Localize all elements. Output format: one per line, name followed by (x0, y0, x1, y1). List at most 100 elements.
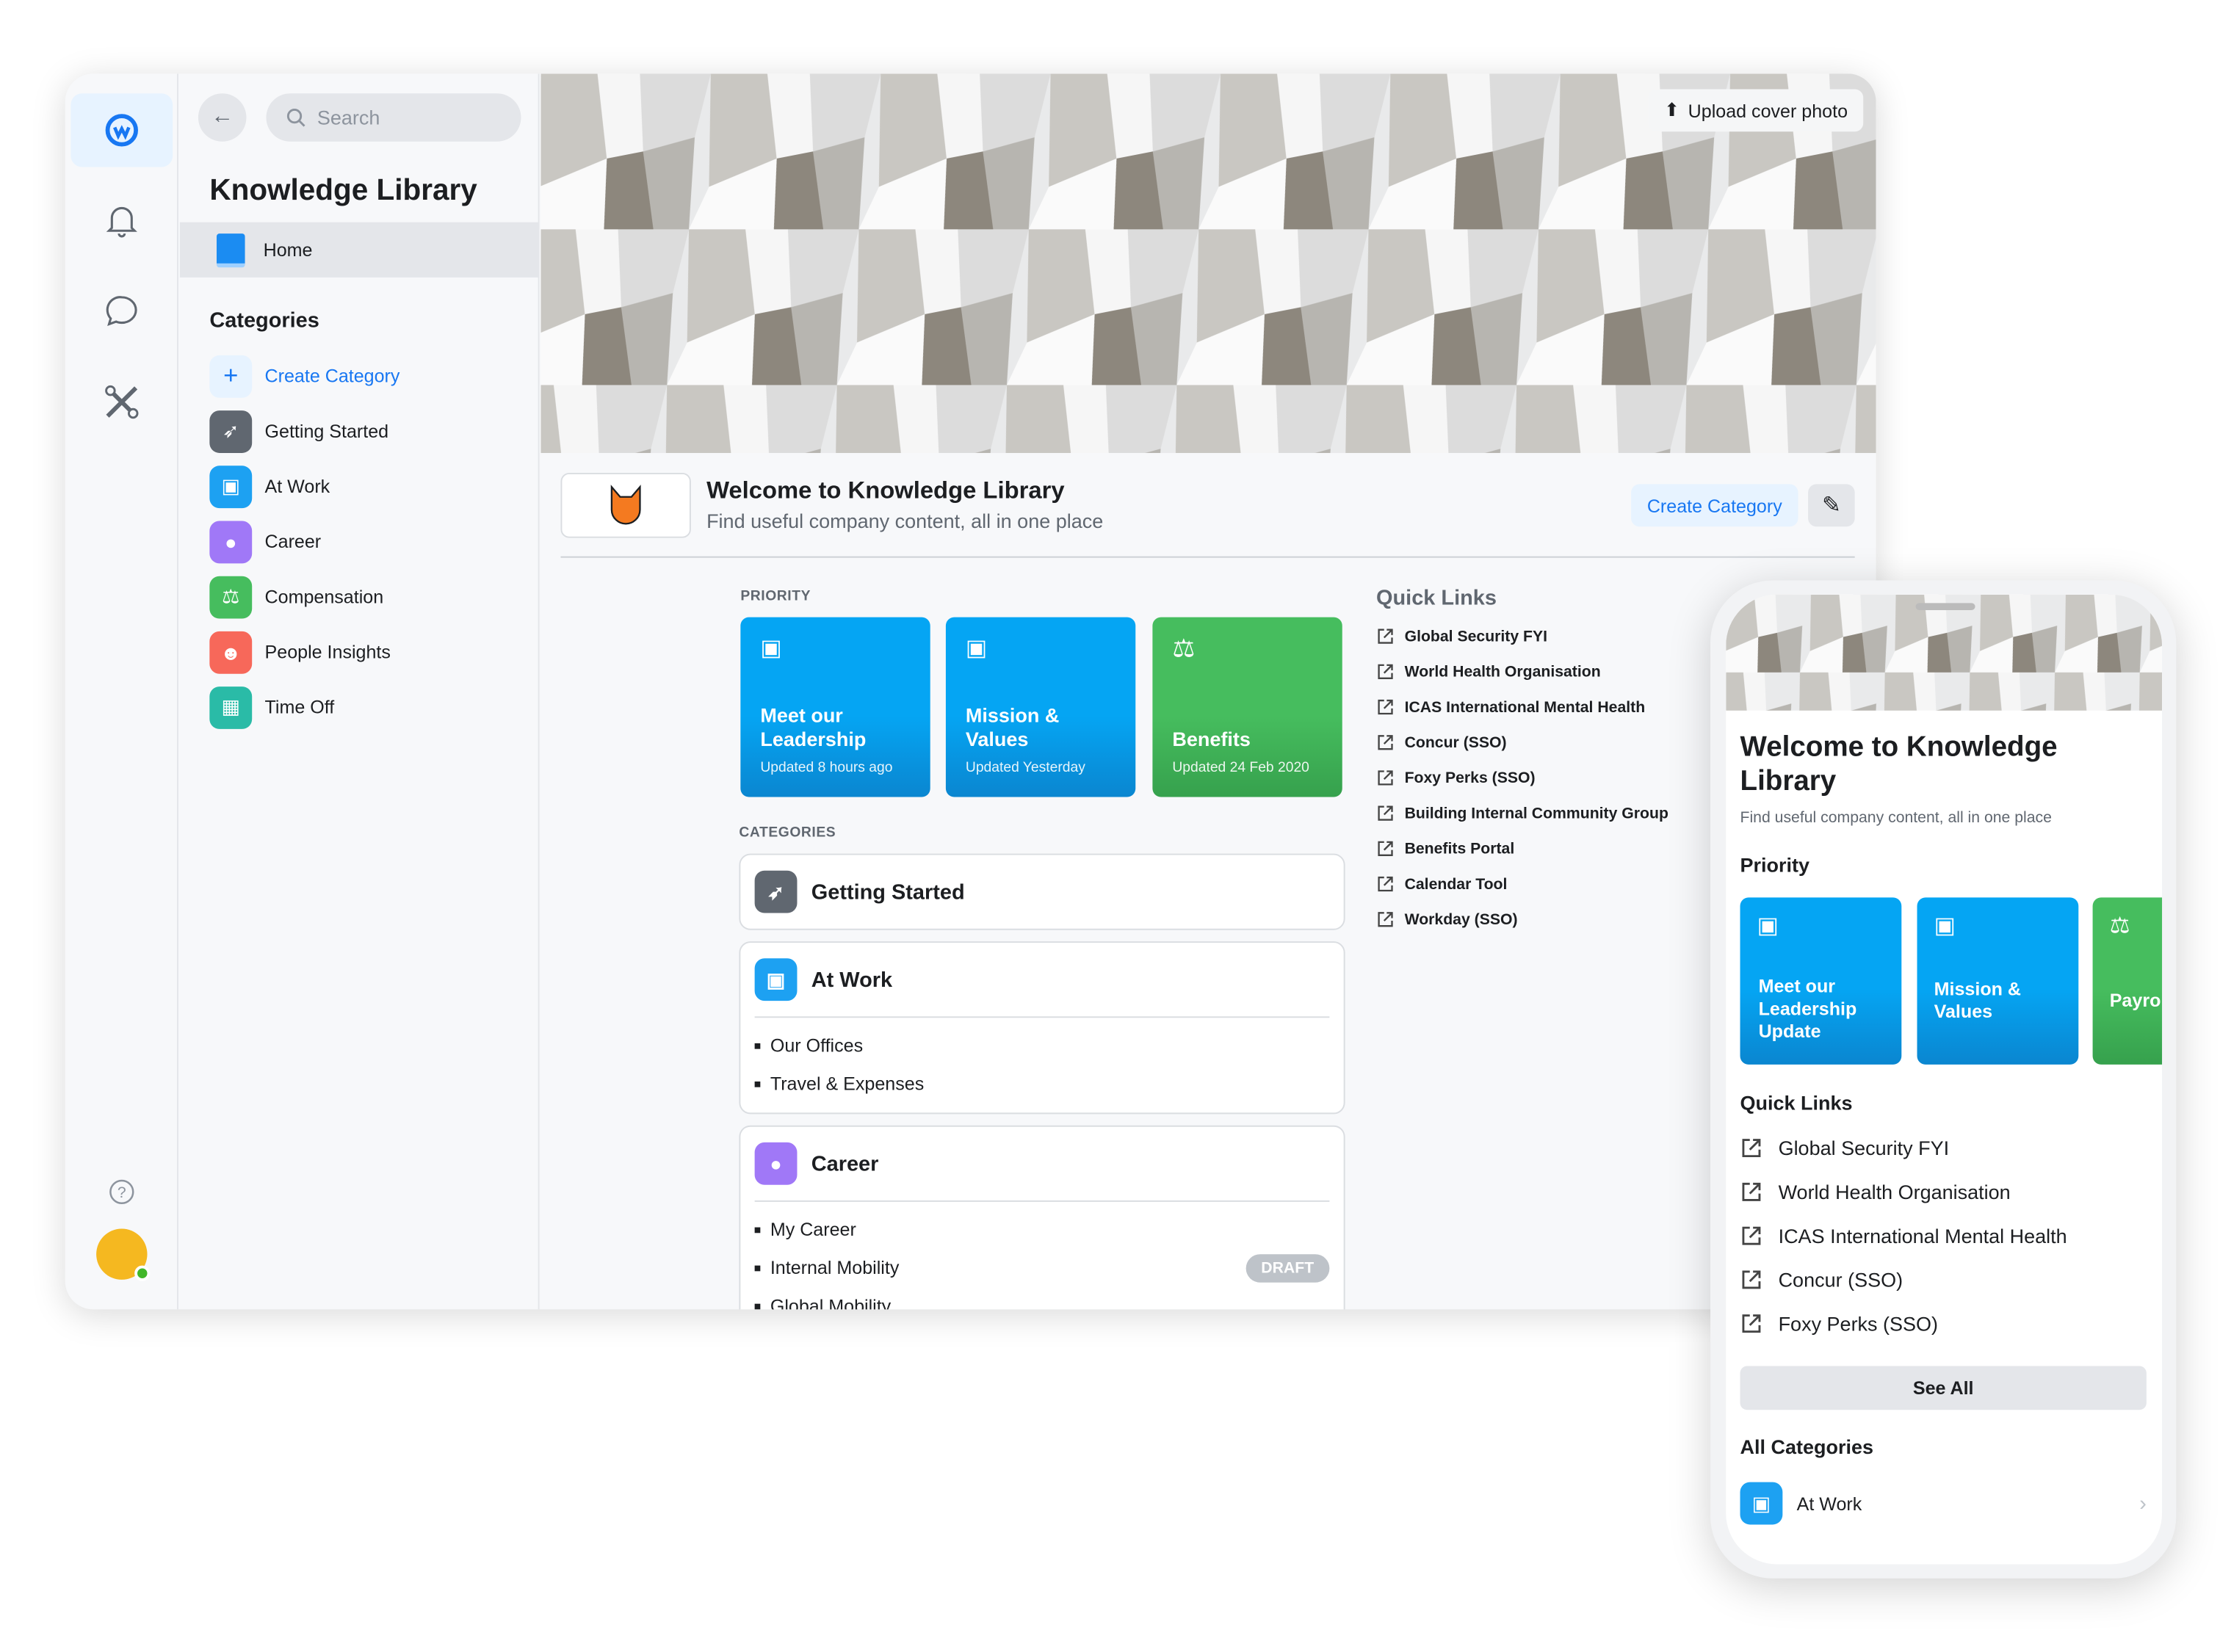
quick-link-label: Benefits Portal (1404, 840, 1515, 858)
quick-link[interactable]: World Health Organisation (1376, 654, 1730, 689)
quick-link[interactable]: Workday (SSO) (1376, 902, 1730, 937)
category-link[interactable]: Internal Mobility DRAFT (740, 1248, 1343, 1286)
phone-quick-link[interactable]: ICAS International Mental Health (1740, 1213, 2151, 1257)
quick-link[interactable]: ICAS International Mental Health (1376, 689, 1730, 725)
search-placeholder: Search (317, 106, 380, 129)
phone-category-at-work[interactable]: ▣ At Work › (1740, 1481, 2147, 1526)
upload-cover-photo-button[interactable]: ⬆ Upload cover photo (1648, 89, 1864, 132)
external-link-icon (1742, 1314, 1761, 1333)
card-title: Mission & Values (1934, 978, 2022, 1023)
quick-link-label: Concur (SSO) (1404, 733, 1507, 751)
main-content: ⬆ Upload cover photo Welcome to Knowledg… (540, 73, 1876, 1310)
item-label: At Work (264, 475, 330, 497)
workplace-logo-icon[interactable] (70, 93, 173, 167)
people-icon: ☻ (209, 630, 253, 673)
phone-notch (1915, 603, 1975, 610)
link-label: Internal Mobility (770, 1257, 900, 1278)
category-label: At Work (1796, 1493, 1862, 1514)
external-link-icon (1742, 1225, 1761, 1245)
quick-link[interactable]: Benefits Portal (1376, 831, 1730, 866)
quick-link[interactable]: Concur (SSO) (1376, 725, 1730, 760)
sidebar-item-career[interactable]: ● Career (209, 514, 535, 569)
phone-quick-link[interactable]: Foxy Perks (SSO) (1740, 1301, 2151, 1345)
sidebar-item-time-off[interactable]: ▦ Time Off (209, 679, 535, 734)
item-label: Getting Started (264, 420, 389, 442)
quick-link[interactable]: Foxy Perks (SSO) (1376, 760, 1730, 795)
quick-link[interactable]: Building Internal Community Group (1376, 796, 1730, 831)
quick-links-heading: Quick Links (1376, 586, 1497, 610)
quick-link[interactable]: Calendar Tool (1376, 866, 1730, 902)
sidebar-item-at-work[interactable]: ▣ At Work (209, 459, 535, 514)
category-link[interactable]: Travel & Expenses (740, 1065, 1343, 1103)
welcome-title: Welcome to Knowledge Library (706, 477, 1065, 504)
calendar-icon: ▦ (209, 686, 253, 728)
avatar[interactable] (96, 1228, 151, 1281)
home-label: Home (263, 239, 313, 261)
tools-icon[interactable] (99, 380, 145, 425)
category-card-career[interactable]: ● Career My Career Internal Mobility DRAFT… (739, 1125, 1345, 1310)
sidebar-item-people-insights[interactable]: ☻ People Insights (209, 624, 535, 679)
phone-quick-link[interactable]: Concur (SSO) (1740, 1257, 2151, 1301)
category-title: Getting Started (811, 880, 965, 905)
phone-quick-links-heading: Quick Links (1740, 1091, 1853, 1115)
sidebar-item-compensation[interactable]: ⚖ Compensation (209, 569, 535, 624)
categories-heading: Categories (209, 308, 319, 333)
external-link-icon (1378, 805, 1393, 821)
external-link-icon (1378, 876, 1393, 892)
briefcase-icon: ▣ (754, 958, 798, 1001)
quick-link-label: Global Security FYI (1404, 628, 1548, 645)
priority-card[interactable]: ▣ Meet our Leadership Updated 8 hours ag… (740, 617, 930, 797)
phone-mockup: Welcome to Knowledge Library Find useful… (1710, 580, 2177, 1579)
phone-priority-heading: Priority (1740, 853, 1810, 877)
sidebar-item-home[interactable]: Home (179, 222, 540, 278)
quick-link[interactable]: Global Security FYI (1376, 619, 1730, 654)
scales-icon: ⚖ (1172, 634, 1196, 663)
upload-icon: ⬆ (1664, 98, 1680, 120)
category-card-at-work[interactable]: ▣ At Work Our Offices Travel & Expenses (739, 941, 1345, 1115)
rocket-icon: ➶ (754, 870, 798, 913)
scales-icon: ⚖ (209, 575, 253, 618)
see-all-button[interactable]: See All (1740, 1366, 2147, 1410)
phone-cover-photo (1726, 594, 2163, 711)
create-category-button[interactable]: Create Category (1631, 484, 1798, 527)
sidebar-item-getting-started[interactable]: ➶ Getting Started (209, 403, 535, 458)
external-link-icon (1378, 735, 1393, 750)
career-icon: ● (209, 520, 253, 563)
priority-card[interactable]: ⚖ Benefits Updated 24 Feb 2020 (1152, 617, 1342, 797)
phone-subtitle: Find useful company content, all in one … (1740, 809, 2052, 827)
phone-priority-card[interactable]: ▣ Mission & Values (1917, 897, 2079, 1065)
phone-priority-card[interactable]: ⚖ Payro (2092, 897, 2163, 1065)
phone-quick-link[interactable]: World Health Organisation (1740, 1170, 2151, 1214)
external-link-icon (1378, 841, 1393, 856)
quick-link-label: World Health Organisation (1404, 663, 1601, 681)
phone-priority-card[interactable]: ▣ Meet our Leadership Update (1740, 897, 1902, 1065)
external-link-icon (1742, 1181, 1761, 1200)
category-card-getting-started[interactable]: ➶ Getting Started (739, 853, 1345, 930)
link-label: My Career (770, 1219, 856, 1240)
bell-icon[interactable] (99, 198, 145, 244)
quick-link-label: Workday (SSO) (1404, 910, 1518, 928)
divider (560, 556, 1855, 558)
quick-link-label: Building Internal Community Group (1404, 805, 1668, 822)
sidebar-create-category[interactable]: + Create Category (209, 348, 535, 403)
category-link[interactable]: Our Offices (740, 1026, 1343, 1065)
chat-bubble-icon[interactable] (99, 289, 145, 334)
draft-badge: DRAFT (1245, 1253, 1330, 1282)
online-status-dot (134, 1265, 151, 1281)
briefcase-icon: ▣ (1740, 1482, 1783, 1525)
category-link[interactable]: My Career (740, 1210, 1343, 1248)
back-button[interactable]: ← (198, 93, 247, 142)
sidebar-title: Knowledge Library (209, 174, 477, 207)
briefcase-icon: ▣ (1757, 914, 1779, 939)
search-input[interactable]: Search (266, 93, 521, 142)
phone-quick-link[interactable]: Global Security FYI (1740, 1126, 2151, 1170)
rocket-icon: ➶ (209, 410, 253, 452)
welcome-subtitle: Find useful company content, all in one … (706, 510, 1104, 532)
item-label: Time Off (264, 696, 335, 718)
edit-button[interactable]: ✎ (1808, 484, 1855, 527)
category-link[interactable]: Global Mobility (740, 1287, 1343, 1309)
priority-card[interactable]: ▣ Mission & Values Updated Yesterday (945, 617, 1136, 797)
help-icon[interactable]: ? (99, 1170, 145, 1215)
quick-link-label: World Health Organisation (1778, 1179, 2011, 1203)
category-title: Career (811, 1151, 879, 1176)
